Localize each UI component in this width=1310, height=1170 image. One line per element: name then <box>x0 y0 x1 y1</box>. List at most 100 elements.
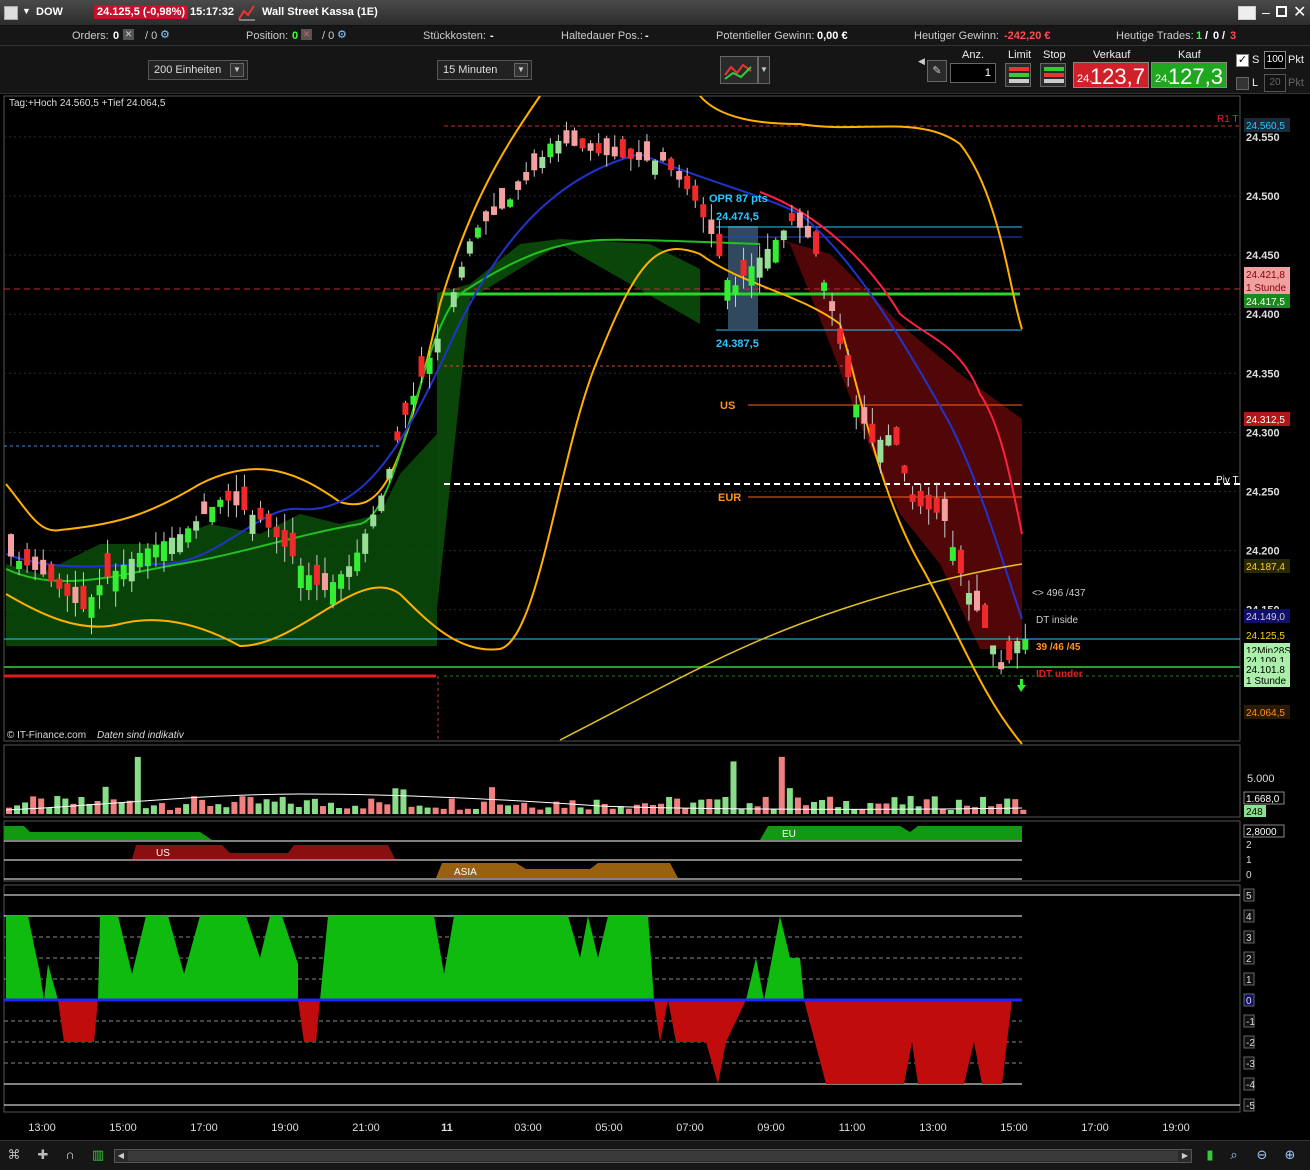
l-label: L <box>1252 77 1259 89</box>
candle-body <box>394 431 401 441</box>
r1-label: R1 T <box>1217 114 1239 125</box>
candle-body <box>531 153 538 171</box>
buy-button[interactable]: 24. 127,3 <box>1151 62 1227 89</box>
interval-select[interactable]: 15 Minuten ▼ <box>437 60 532 80</box>
close-position-icon[interactable]: ✕ <box>301 29 312 40</box>
candle-body <box>233 491 240 506</box>
volume-bar <box>287 803 294 814</box>
candle-body <box>756 257 763 278</box>
volume-bar <box>770 808 777 814</box>
zoom-fit-icon[interactable]: ⌕ <box>1226 1147 1242 1163</box>
volume-bar <box>972 807 978 814</box>
time-axis-label: 17:00 <box>190 1122 218 1134</box>
quantity-input[interactable]: 1 <box>950 63 996 83</box>
limit-order-button[interactable] <box>1005 63 1031 87</box>
link-icon[interactable]: ⌘ <box>6 1147 22 1163</box>
limit-distance-input[interactable]: 20 <box>1264 74 1286 92</box>
wrench-icon[interactable]: ✎ <box>927 60 947 82</box>
scroll-left-arrow[interactable]: ◀ <box>115 1150 127 1162</box>
maximize-icon[interactable] <box>1276 6 1287 17</box>
volume-bar <box>561 807 568 814</box>
candle-body <box>217 499 224 507</box>
candle-body <box>821 282 828 291</box>
limit-checkbox[interactable] <box>1236 77 1249 90</box>
candle-body <box>281 530 288 547</box>
volume-bar <box>416 805 423 814</box>
minimize-icon[interactable]: – <box>1262 4 1270 20</box>
s-label: S <box>1252 54 1260 66</box>
candle-body <box>402 402 409 415</box>
signal-icon[interactable]: ▮ <box>1202 1147 1218 1163</box>
candle-body <box>893 427 900 445</box>
chevron-down-icon[interactable]: ▼ <box>22 6 31 16</box>
pkt-label-1: Pkt <box>1288 54 1304 66</box>
candle-body <box>652 160 658 175</box>
volume-bar <box>851 809 858 814</box>
units-select[interactable]: 200 Einheiten ▼ <box>148 60 248 80</box>
chart-indicator-button[interactable] <box>720 56 758 84</box>
zoom-out-icon[interactable]: ⊖ <box>1254 1147 1270 1163</box>
candle-body <box>788 212 795 221</box>
scroll-right-arrow[interactable]: ▶ <box>1179 1150 1191 1162</box>
volume-bar <box>295 806 302 814</box>
candle-body <box>523 172 530 181</box>
chart-type-icon[interactable]: ▥ <box>90 1147 106 1163</box>
chevron-down-icon[interactable]: ▼ <box>758 56 770 84</box>
volume-bar <box>730 761 737 814</box>
volume-bar <box>529 807 536 814</box>
chart-area[interactable]: EU US ASIA 24.550 24.500 24.450 24.400 24.350 2… <box>0 94 1310 1170</box>
heut-gewinn-value: -242,20 € <box>1004 30 1051 42</box>
candle-body <box>410 395 417 405</box>
volume-bar <box>891 797 898 814</box>
volume-bar <box>1020 809 1027 814</box>
sell-button[interactable]: 24. 123,7 <box>1073 62 1149 89</box>
position-value2: / 0 <box>322 30 335 42</box>
scroll-thumb[interactable] <box>128 1151 1178 1161</box>
volume-bar <box>827 796 834 814</box>
orders-value2: / 0 <box>145 30 158 42</box>
window-title: Wall Street Kassa (1E) <box>262 6 378 18</box>
tag-l1-sub: 1 Stunde <box>1246 676 1286 687</box>
candle-body <box>362 533 369 554</box>
volume-bar <box>714 799 721 814</box>
volume-bar <box>303 800 310 814</box>
stop-checkbox[interactable]: ✓ <box>1236 54 1249 67</box>
price-axis-label: 24.550 <box>1246 132 1280 144</box>
trades-won: 1 <box>1196 30 1203 42</box>
stop-order-button[interactable] <box>1040 63 1066 87</box>
osc-axis-label: 5 <box>1246 891 1252 902</box>
volume-bar <box>271 801 278 814</box>
magnet-icon[interactable]: ∩ <box>62 1147 78 1163</box>
volume-bar <box>110 799 117 814</box>
volume-bar <box>722 797 729 814</box>
units-select-value: 200 Einheiten <box>154 64 222 76</box>
app-menu-icon[interactable] <box>4 6 18 20</box>
position-label: Position: <box>246 30 289 42</box>
order-panel-grip-icon: ◀ <box>918 56 925 66</box>
cancel-orders-icon[interactable]: ✕ <box>123 29 134 40</box>
candle-body <box>837 328 844 344</box>
position-settings-icon[interactable]: ⚙ <box>337 28 347 41</box>
symbol-label[interactable]: DOW <box>36 6 63 18</box>
chart-canvas[interactable]: EU US ASIA 24.550 24.500 24.450 24.400 24.350 2… <box>0 94 1310 1140</box>
horizontal-scrollbar[interactable]: ◀ ▶ <box>114 1149 1192 1163</box>
time-axis-label: 09:00 <box>757 1122 785 1134</box>
candle-body <box>965 593 972 605</box>
keyboard-icon[interactable] <box>1238 6 1256 20</box>
candle-body <box>482 211 489 222</box>
volume-bar <box>231 801 238 814</box>
candle-body <box>289 532 296 557</box>
stop-distance-input[interactable]: 100 <box>1264 51 1286 69</box>
volume-bar <box>376 802 383 814</box>
candle-body <box>780 230 787 241</box>
pivot-label: Piv T <box>1216 475 1239 486</box>
session-axis-label: 1 <box>1246 855 1252 866</box>
crosshair-icon[interactable]: ✚ <box>35 1147 51 1163</box>
tag-blue: 24.149,0 <box>1246 612 1285 623</box>
orders-settings-icon[interactable]: ⚙ <box>160 28 170 41</box>
orders-value: 0 <box>113 30 120 42</box>
close-icon[interactable]: ✕ <box>1293 2 1306 22</box>
candle-body <box>804 225 811 238</box>
zoom-in-icon[interactable]: ⊕ <box>1282 1147 1298 1163</box>
volume-bar <box>593 799 600 814</box>
